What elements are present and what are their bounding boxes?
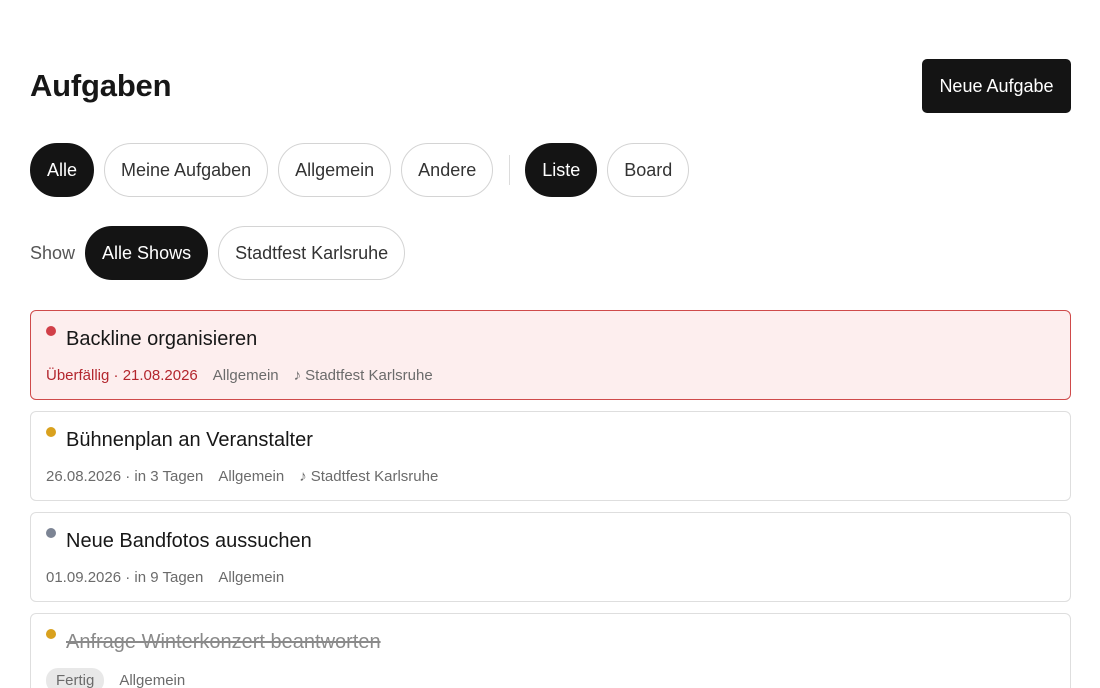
task-show: ♪ Stadtfest Karlsruhe [294,367,433,384]
filter-other[interactable]: Andere [401,143,494,197]
new-task-button[interactable]: Neue Aufgabe [922,59,1071,113]
priority-dot [46,427,56,437]
filter-my-tasks[interactable]: Meine Aufgaben [104,143,269,197]
filter-divider [509,155,511,185]
task-due-date: 01.09.2026 · in 9 Tagen [46,569,204,586]
task-card[interactable]: Anfrage Winterkonzert beantworten Fertig… [30,613,1071,688]
priority-dot [46,528,56,538]
task-title: Neue Bandfotos aussuchen [66,530,312,552]
task-meta: Überfällig · 21.08.2026 Allgemein ♪ Stadt… [46,367,433,384]
task-show: ♪ Stadtfest Karlsruhe [299,468,438,485]
task-card[interactable]: Neue Bandfotos aussuchen 01.09.2026 · in… [30,512,1071,602]
page-title: Aufgaben [30,68,172,103]
music-note-icon: ♪ [299,468,307,485]
filter-all[interactable]: Alle [30,143,95,197]
page-header: Aufgaben Neue Aufgabe [30,59,1071,113]
filter-bar: Alle Meine Aufgaben Allgemein Andere Lis… [30,143,699,197]
show-filter-stadtfest[interactable]: Stadtfest Karlsruhe [218,226,406,280]
task-category: Allgemein [218,569,285,586]
task-meta: 01.09.2026 · in 9 Tagen Allgemein [46,569,299,586]
task-title: Anfrage Winterkonzert beantworten [66,631,381,653]
task-category: Allgemein [212,367,279,384]
task-list: Backline organisieren Überfällig · 21.08… [30,310,1071,688]
task-due-date: Überfällig · 21.08.2026 [46,367,198,384]
task-meta: Fertig Allgemein [46,668,200,688]
view-board-toggle[interactable]: Board [607,143,690,197]
task-show-name: Stadtfest Karlsruhe [310,468,439,485]
filter-general[interactable]: Allgemein [278,143,392,197]
task-meta: 26.08.2026 · in 3 Tagen Allgemein ♪ Stadt… [46,468,438,485]
priority-dot [46,326,56,336]
task-title: Bühnenplan an Veranstalter [66,429,313,451]
priority-dot [46,629,56,639]
task-card[interactable]: Backline organisieren Überfällig · 21.08… [30,310,1071,400]
task-title: Backline organisieren [66,328,258,350]
music-note-icon: ♪ [293,367,302,384]
task-show-name: Stadtfest Karlsruhe [305,367,433,384]
task-category: Allgemein [218,468,285,485]
status-badge: Fertig [46,668,105,688]
show-filter-label: Show [30,242,76,263]
task-card[interactable]: Bühnenplan an Veranstalter 26.08.2026 · … [30,411,1071,501]
show-filter: Show Alle Shows Stadtfest Karlsruhe [30,226,415,280]
view-list-toggle[interactable]: Liste [525,143,598,197]
show-filter-all-shows[interactable]: Alle Shows [85,226,209,280]
task-due-date: 26.08.2026 · in 3 Tagen [46,468,204,485]
task-category: Allgemein [119,672,186,688]
